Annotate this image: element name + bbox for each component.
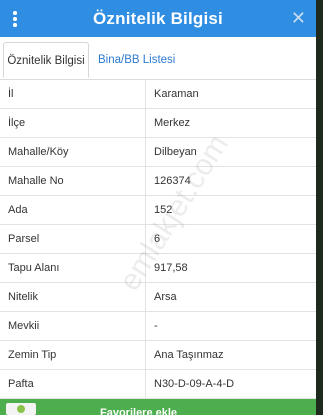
logo-icon bbox=[6, 403, 36, 415]
tab-bar: Öznitelik Bilgisi Bina/BB Listesi bbox=[0, 37, 316, 80]
row-key: Nitelik bbox=[0, 282, 146, 312]
attribute-info-panel: Öznitelik Bilgisi ✕ Öznitelik Bilgisi Bi… bbox=[0, 0, 316, 415]
vertical-dots-icon[interactable] bbox=[13, 11, 17, 27]
background-map-edge bbox=[316, 0, 323, 415]
tab-building-list[interactable]: Bina/BB Listesi bbox=[90, 42, 183, 78]
row-key: Pafta bbox=[0, 369, 146, 399]
row-value: 126374 bbox=[145, 166, 316, 196]
panel-header: Öznitelik Bilgisi ✕ bbox=[0, 0, 316, 37]
table-row: Tapu Alanı 917,58 bbox=[0, 253, 316, 283]
row-key: İl bbox=[0, 80, 146, 109]
panel-title: Öznitelik Bilgisi bbox=[93, 9, 223, 28]
row-value: Merkez bbox=[145, 108, 316, 138]
row-value: Arsa bbox=[145, 282, 316, 312]
attribute-table: İl Karaman İlçe Merkez Mahalle/Köy Dilbeyan… bbox=[0, 80, 316, 399]
row-value: N30-D-09-A-4-D bbox=[145, 369, 316, 399]
table-row: İlçe Merkez bbox=[0, 108, 316, 138]
table-row: Pafta N30-D-09-A-4-D bbox=[0, 369, 316, 399]
table-row: Nitelik Arsa bbox=[0, 282, 316, 312]
table-row: Mahalle/Köy Dilbeyan bbox=[0, 137, 316, 167]
table-row: İl Karaman bbox=[0, 80, 316, 109]
row-key: Mevkii bbox=[0, 311, 146, 341]
row-key: Ada bbox=[0, 195, 146, 225]
close-icon[interactable]: ✕ bbox=[291, 9, 306, 27]
add-favorites-button[interactable]: Favorilere ekle bbox=[0, 399, 316, 415]
row-key: Tapu Alanı bbox=[0, 253, 146, 283]
table-row: Parsel 6 bbox=[0, 224, 316, 254]
row-key: Zemin Tip bbox=[0, 340, 146, 370]
table-row: Mahalle No 126374 bbox=[0, 166, 316, 196]
table-row: Ada 152 bbox=[0, 195, 316, 225]
row-value: 152 bbox=[145, 195, 316, 225]
row-value: Dilbeyan bbox=[145, 137, 316, 167]
row-key: Mahalle/Köy bbox=[0, 137, 146, 167]
row-value: 6 bbox=[145, 224, 316, 254]
table-row: Zemin Tip Ana Taşınmaz bbox=[0, 340, 316, 370]
row-value: - bbox=[145, 311, 316, 341]
row-value: Ana Taşınmaz bbox=[145, 340, 316, 370]
row-value: Karaman bbox=[145, 80, 316, 109]
row-key: Parsel bbox=[0, 224, 146, 254]
table-row: Mevkii - bbox=[0, 311, 316, 341]
row-key: İlçe bbox=[0, 108, 146, 138]
add-favorites-label: Favorilere ekle bbox=[100, 407, 178, 415]
row-value: 917,58 bbox=[145, 253, 316, 283]
row-key: Mahalle No bbox=[0, 166, 146, 196]
tab-attribute-info[interactable]: Öznitelik Bilgisi bbox=[3, 42, 89, 78]
